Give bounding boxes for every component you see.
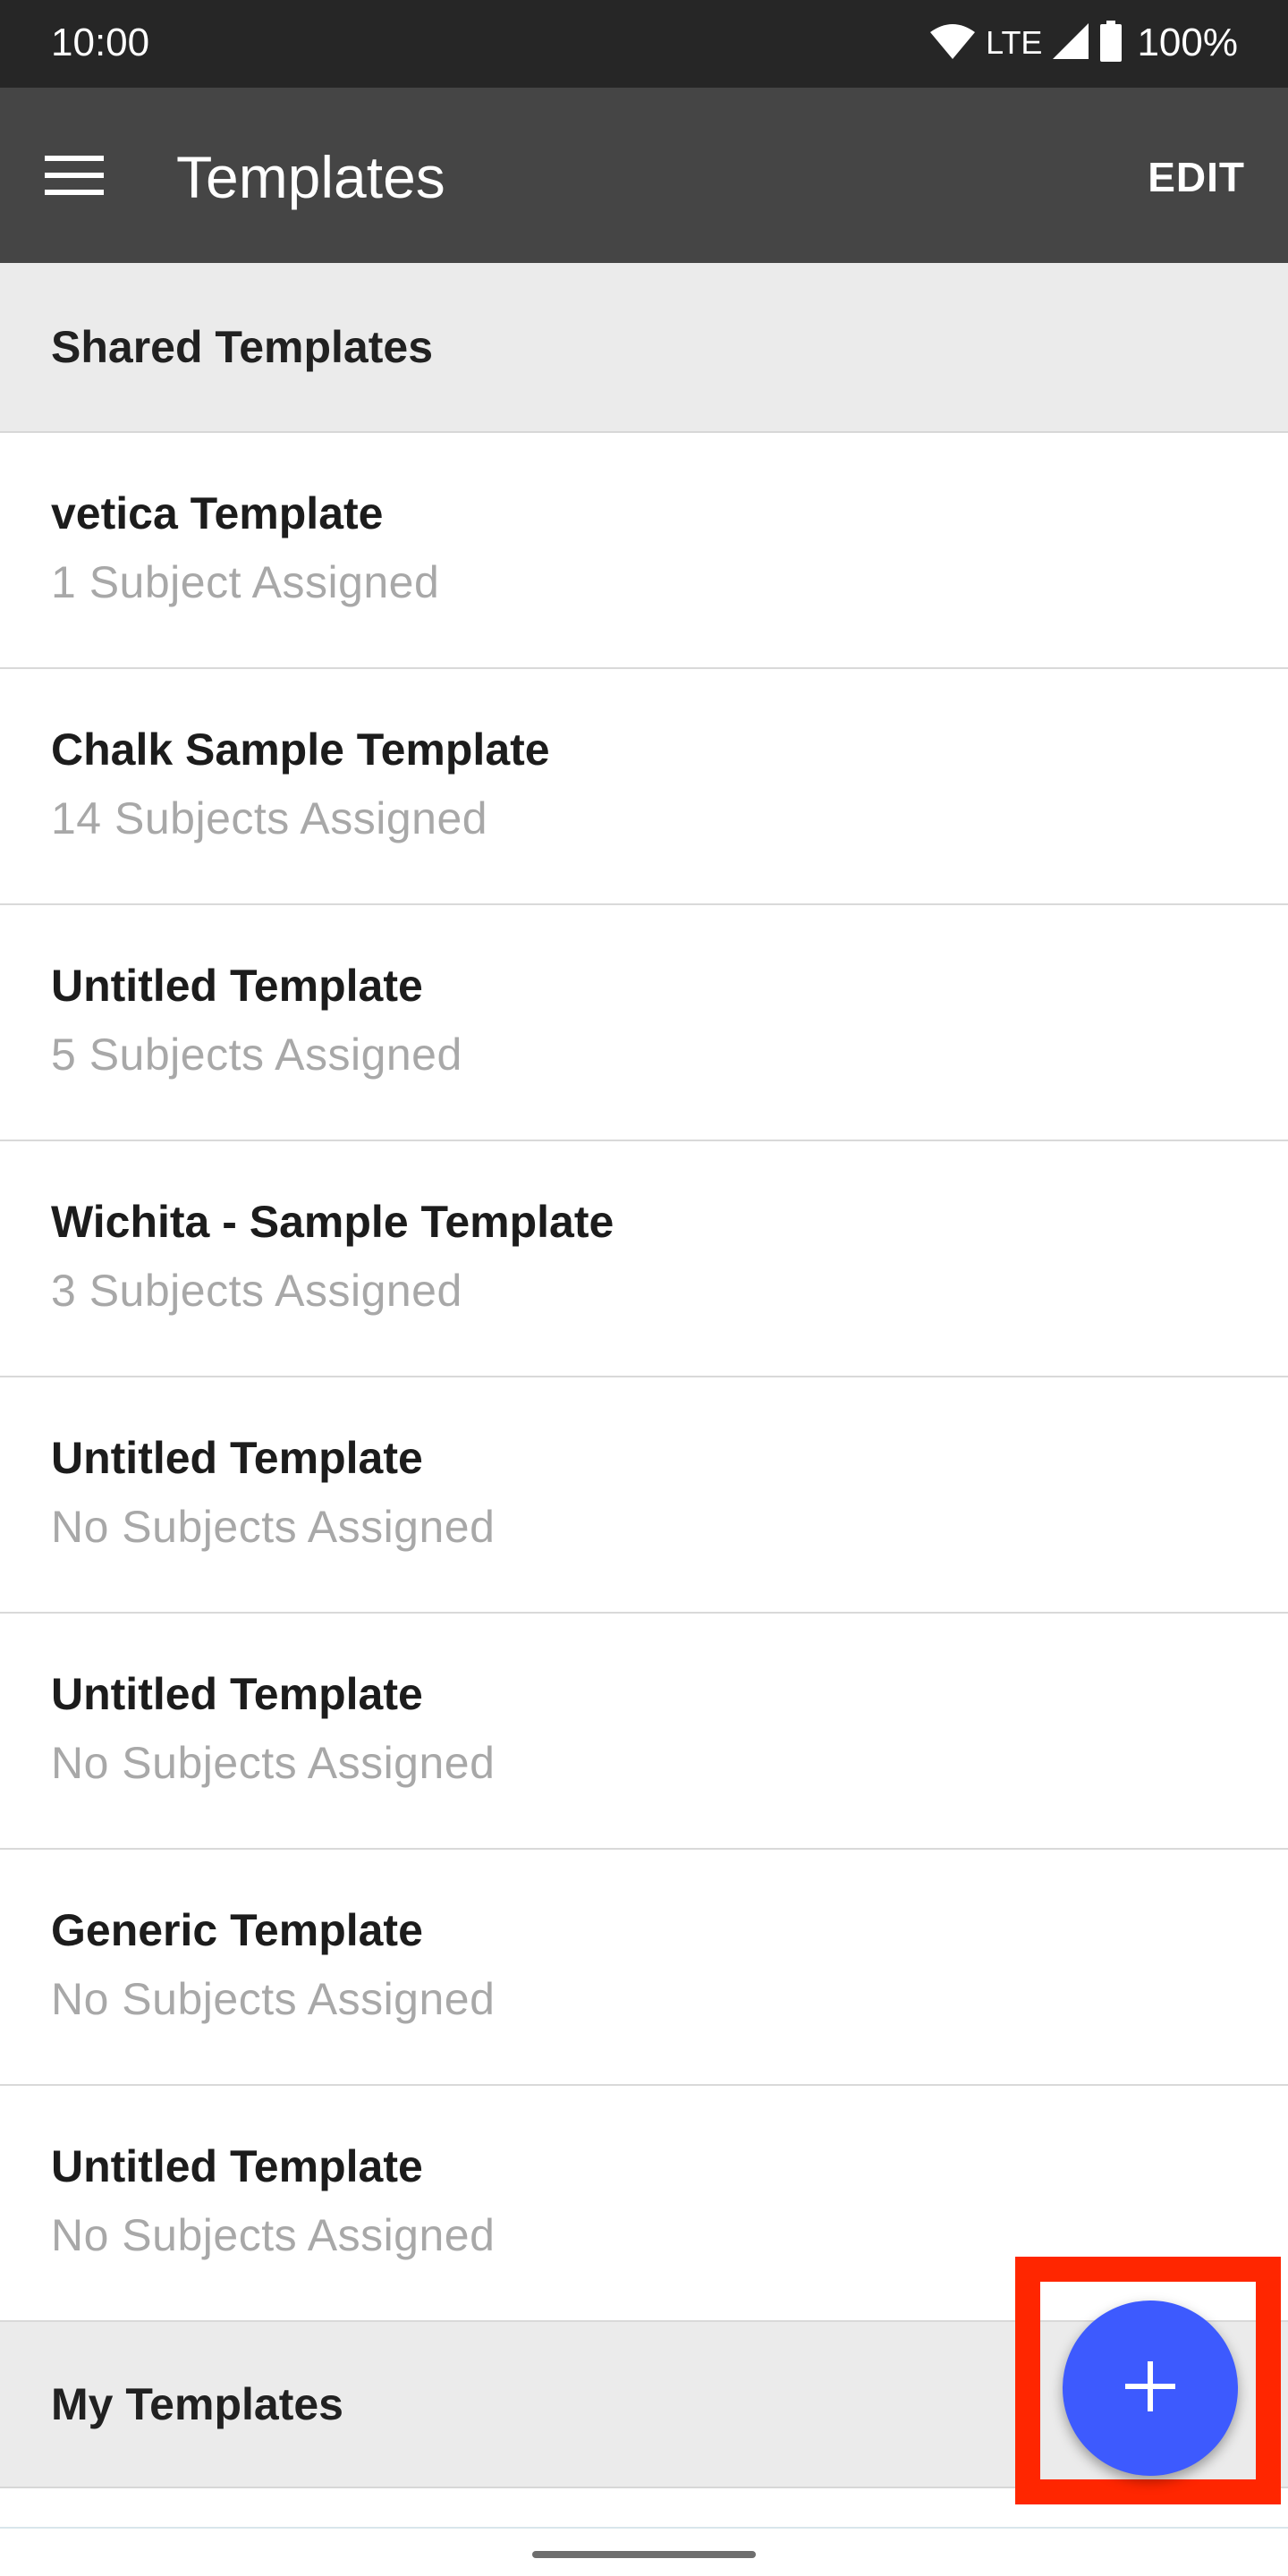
template-subjects: No Subjects Assigned	[51, 2210, 496, 2260]
template-subjects: No Subjects Assigned	[51, 1974, 496, 2024]
wifi-icon	[928, 21, 977, 65]
template-subjects: 14 Subjects Assigned	[51, 793, 488, 843]
template-subjects: No Subjects Assigned	[51, 1502, 496, 1552]
list-item[interactable]: Untitled Template No Subjects Assigned	[0, 1377, 1288, 1614]
template-subjects: 1 Subject Assigned	[51, 557, 440, 607]
section-header-shared: Shared Templates	[0, 263, 1288, 433]
template-title: Untitled Template	[51, 961, 423, 1011]
add-template-button[interactable]	[1063, 2301, 1238, 2476]
list-item[interactable]: Untitled Template 5 Subjects Assigned	[0, 905, 1288, 1141]
template-title: Untitled Template	[51, 1669, 423, 1719]
network-type: LTE	[986, 24, 1043, 61]
battery-icon	[1099, 20, 1123, 66]
template-subjects: 5 Subjects Assigned	[51, 1030, 462, 1080]
templates-screen: 10:00 LTE 100% Templates EDIT Shared Tem…	[0, 0, 1288, 2576]
section-title-mine: My Templates	[51, 2379, 343, 2429]
list-item[interactable]: Generic Template No Subjects Assigned	[0, 1850, 1288, 2086]
section-title-shared: Shared Templates	[51, 322, 434, 372]
plus-icon	[1125, 2360, 1175, 2416]
app-bar: Templates EDIT	[0, 88, 1288, 263]
page-title: Templates	[176, 144, 445, 210]
status-time: 10:00	[51, 21, 150, 64]
template-title: Untitled Template	[51, 2141, 423, 2191]
list-item[interactable]: Untitled Template No Subjects Assigned	[0, 1614, 1288, 1850]
template-title: Generic Template	[51, 1905, 423, 1955]
list-item[interactable]: vetica Template 1 Subject Assigned	[0, 433, 1288, 669]
status-icons: LTE 100%	[928, 20, 1238, 66]
template-title: Chalk Sample Template	[51, 724, 550, 775]
template-title: Untitled Template	[51, 1433, 423, 1483]
template-title: Wichita - Sample Template	[51, 1197, 614, 1247]
battery-percent: 100%	[1137, 21, 1238, 64]
home-indicator[interactable]	[532, 2551, 756, 2558]
list-item[interactable]: Chalk Sample Template 14 Subjects Assign…	[0, 669, 1288, 905]
list-item[interactable]: Wichita - Sample Template 3 Subjects Ass…	[0, 1141, 1288, 1377]
template-subjects: 3 Subjects Assigned	[51, 1266, 462, 1316]
status-bar: 10:00 LTE 100%	[0, 0, 1288, 88]
template-subjects: No Subjects Assigned	[51, 1738, 496, 1788]
hamburger-menu-icon[interactable]	[45, 140, 125, 211]
divider	[0, 2527, 1288, 2529]
cell-signal-icon	[1051, 21, 1090, 65]
edit-button[interactable]: EDIT	[1142, 152, 1250, 202]
template-title: vetica Template	[51, 488, 384, 538]
